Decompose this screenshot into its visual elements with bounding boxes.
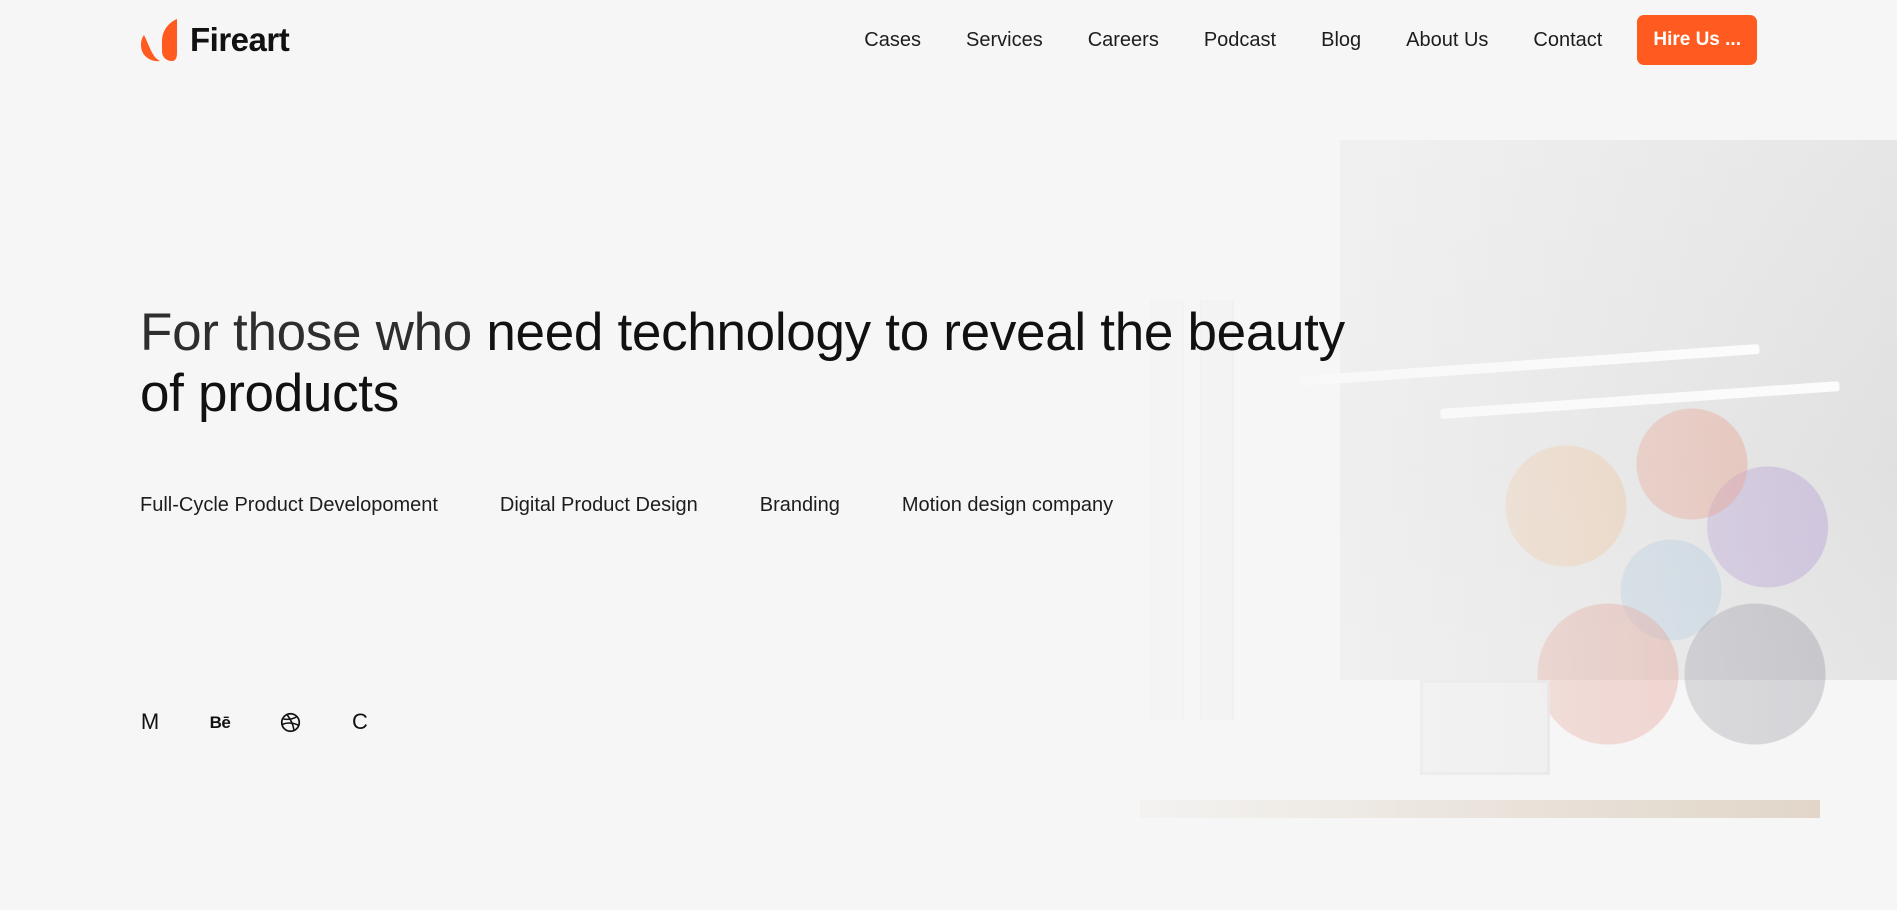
clutch-icon: C	[352, 709, 368, 734]
nav-link-blog[interactable]: Blog	[1321, 29, 1361, 52]
hero-headline-lead: For those who	[140, 303, 487, 362]
behance-icon: Bē	[209, 712, 231, 732]
medium-link[interactable]: M	[138, 710, 162, 734]
behance-link[interactable]: Bē	[208, 710, 232, 734]
nav-link-careers[interactable]: Careers	[1088, 29, 1159, 52]
nav-link-cases[interactable]: Cases	[864, 29, 921, 52]
medium-icon: M	[140, 709, 160, 734]
main-nav: Cases Services Careers Podcast Blog Abou…	[864, 15, 1757, 65]
service-item-motion-design[interactable]: Motion design company	[902, 494, 1113, 517]
fireart-flame-icon	[140, 19, 177, 62]
services-list: Full-Cycle Product Developoment Digital …	[140, 494, 1113, 517]
site-header: Fireart Cases Services Careers Podcast B…	[0, 0, 1897, 80]
dribbble-link[interactable]	[278, 710, 302, 734]
nav-link-about-us[interactable]: About Us	[1406, 29, 1488, 52]
service-item-branding[interactable]: Branding	[760, 494, 840, 517]
page: Fireart Cases Services Careers Podcast B…	[0, 0, 1897, 910]
logo-text: Fireart	[190, 21, 290, 58]
hire-us-button[interactable]: Hire Us ...	[1637, 15, 1757, 65]
hero-headline: For those who need technology to reveal …	[140, 302, 1380, 424]
nav-link-services[interactable]: Services	[966, 29, 1043, 52]
clutch-link[interactable]: C	[348, 710, 372, 734]
logo-link[interactable]: Fireart	[140, 17, 290, 63]
social-links: M Bē C	[138, 710, 372, 734]
nav-link-contact[interactable]: Contact	[1533, 29, 1602, 52]
dribbble-icon	[280, 712, 300, 732]
service-item-full-cycle[interactable]: Full-Cycle Product Developoment	[140, 494, 438, 517]
hero-background-image	[0, 0, 1897, 910]
nav-link-podcast[interactable]: Podcast	[1204, 29, 1276, 52]
service-item-digital-product-design[interactable]: Digital Product Design	[500, 494, 698, 517]
